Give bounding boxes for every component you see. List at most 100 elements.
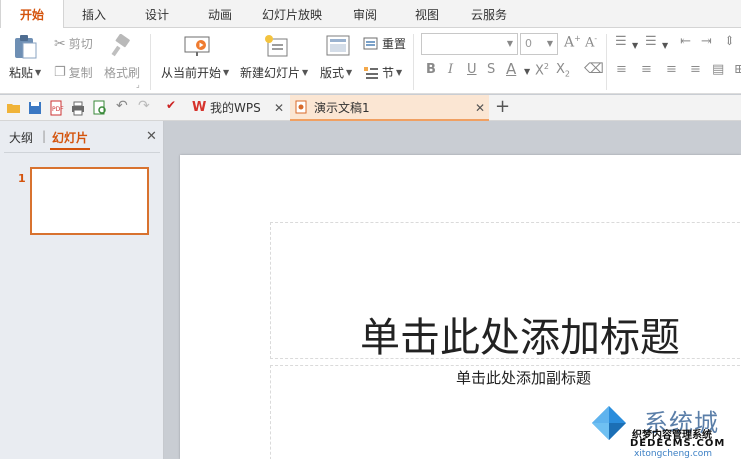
print-icon[interactable] <box>70 100 86 116</box>
justify-icon[interactable]: ≡ <box>690 62 701 77</box>
presentation-file-icon <box>295 100 307 114</box>
format-painter-label: 格式刷 <box>104 66 141 80</box>
divider <box>150 34 151 90</box>
watermark-line3: xitongcheng.com <box>634 449 712 459</box>
align-center-icon[interactable]: ≡ <box>641 62 652 77</box>
export-pdf-icon[interactable]: PDF <box>48 100 64 116</box>
subscript-icon[interactable]: X2 <box>556 62 570 79</box>
tab-home[interactable]: 开始 <box>0 0 64 29</box>
title-placeholder[interactable]: 单击此处添加标题 <box>270 222 741 361</box>
tab-view[interactable]: 视图 <box>403 0 451 28</box>
close-icon[interactable]: ✕ <box>274 95 284 121</box>
from-current-button[interactable]: 从当前开始 ▼ <box>161 64 229 81</box>
slideshow-play-icon[interactable] <box>184 34 210 58</box>
copy-label: 复制 <box>68 66 93 80</box>
tab-review[interactable]: 审阅 <box>341 0 389 28</box>
close-icon[interactable]: ✕ <box>475 95 485 121</box>
chevron-down-icon[interactable]: ▼ <box>662 41 668 50</box>
new-tab-icon[interactable]: + <box>495 96 510 117</box>
format-painter-button[interactable]: 格式刷 <box>104 64 140 81</box>
chevron-down-icon: ▼ <box>506 39 513 48</box>
superscript-icon[interactable]: X2 <box>535 62 549 78</box>
cut-button[interactable]: ✂ 剪切 <box>54 35 93 52</box>
tab-design[interactable]: 设计 <box>133 0 181 28</box>
tab-animation[interactable]: 动画 <box>196 0 244 28</box>
decrease-font-icon[interactable]: A- <box>585 34 597 50</box>
font-color-icon[interactable]: A <box>506 60 516 78</box>
slide-thumbnail[interactable] <box>30 167 149 235</box>
redo-icon[interactable]: ↷ <box>138 98 150 114</box>
format-painter-icon[interactable] <box>109 34 133 58</box>
tab-slides[interactable]: 幻灯片 <box>52 129 88 146</box>
layout-icon[interactable] <box>326 35 350 57</box>
new-slide-label: 新建幻灯片 <box>240 66 301 80</box>
save-icon[interactable] <box>27 100 43 116</box>
reset-button[interactable]: 重置 <box>363 35 406 52</box>
watermark-line2: DEDECMS.COM <box>630 438 726 449</box>
paste-label: 粘贴 <box>9 66 34 80</box>
ribbon: 粘贴 ▼ ✂ 剪切 ❐ 复制 格式刷 ⌟ 从当前开始 ▼ 新建幻灯片 ▼ 版式 … <box>0 28 741 94</box>
layout-button[interactable]: 版式 ▼ <box>320 64 352 81</box>
clear-format-icon[interactable]: ⌫ <box>584 61 604 77</box>
dialog-launcher-icon[interactable]: ⌟ <box>136 80 140 89</box>
italic-icon[interactable]: I <box>448 62 453 77</box>
tab-insert[interactable]: 插入 <box>70 0 118 28</box>
increase-indent-icon[interactable]: ⇥ <box>701 34 712 49</box>
close-pane-icon[interactable]: ✕ <box>146 129 157 144</box>
layout-label: 版式 <box>320 66 345 80</box>
underline-icon[interactable]: U <box>467 62 477 77</box>
doc-tab-label: 我的WPS <box>210 101 261 115</box>
windows-logo-icon <box>592 406 626 440</box>
tab-cloud-service[interactable]: 云服务 <box>463 0 515 28</box>
copy-icon: ❐ <box>54 65 66 80</box>
font-size-value: 0 <box>525 37 532 50</box>
font-size-select[interactable]: 0 ▼ <box>520 33 558 55</box>
line-spacing-icon[interactable]: ⇕ <box>724 34 735 49</box>
reset-icon <box>363 37 378 49</box>
svg-text:PDF: PDF <box>52 106 64 113</box>
tab-separator: | <box>42 129 47 143</box>
align-left-icon[interactable]: ≡ <box>616 62 627 77</box>
reset-label: 重置 <box>382 37 407 51</box>
title-placeholder-text: 单击此处添加标题 <box>360 315 680 361</box>
bullet-list-icon[interactable]: ☰ <box>615 34 627 49</box>
section-button[interactable]: 节 ▼ <box>363 64 402 81</box>
numbered-list-icon[interactable]: ☰ <box>645 34 657 49</box>
chevron-down-icon: ▼ <box>546 39 553 48</box>
tab-slideshow[interactable]: 幻灯片放映 <box>256 0 328 28</box>
slide-number: 1 <box>18 172 26 185</box>
copy-button[interactable]: ❐ 复制 <box>54 64 93 81</box>
doc-tab-presentation-1[interactable]: 演示文稿1 ✕ <box>290 95 489 121</box>
watermark: 系统城 织梦内容管理系统 DEDECMS.COM xitongcheng.com <box>586 402 741 459</box>
wps-logo-icon: W <box>192 100 207 115</box>
paste-button[interactable]: 粘贴 ▼ <box>9 64 41 81</box>
chevron-down-icon[interactable]: ▼ <box>524 67 530 76</box>
active-tab-underline <box>50 148 90 150</box>
open-folder-icon[interactable] <box>6 100 22 116</box>
chevron-down-icon: ▼ <box>35 68 42 77</box>
section-label: 节 <box>382 66 395 80</box>
new-slide-button[interactable]: 新建幻灯片 ▼ <box>240 64 308 81</box>
menu-bar: 开始 插入 设计 动画 幻灯片放映 审阅 视图 云服务 <box>0 0 741 29</box>
from-current-label: 从当前开始 <box>161 66 222 80</box>
text-direction-icon[interactable]: ⊞ <box>734 62 741 77</box>
chevron-down-icon[interactable]: ▼ <box>632 41 638 50</box>
chevron-down-icon: ▼ <box>302 68 309 77</box>
doc-tab-my-wps[interactable]: W 我的WPS ✕ <box>188 95 289 121</box>
customize-toolbar-icon[interactable]: ✔ <box>166 98 176 112</box>
print-preview-icon[interactable] <box>92 100 108 116</box>
tab-outline[interactable]: 大纲 <box>9 129 33 146</box>
font-family-select[interactable]: ▼ <box>421 33 518 55</box>
doc-tab-label: 演示文稿1 <box>314 101 370 115</box>
undo-icon[interactable]: ↶ <box>116 98 128 114</box>
align-right-icon[interactable]: ≡ <box>666 62 677 77</box>
paste-icon[interactable] <box>12 34 38 60</box>
new-slide-icon[interactable] <box>263 33 289 59</box>
chevron-down-icon: ▼ <box>346 68 353 77</box>
distribute-icon[interactable]: ▤ <box>712 62 724 77</box>
divider <box>413 34 414 90</box>
bold-icon[interactable]: B <box>426 62 436 77</box>
decrease-indent-icon[interactable]: ⇤ <box>680 34 691 49</box>
increase-font-icon[interactable]: A+ <box>564 34 581 51</box>
strikethrough-icon[interactable]: S <box>487 62 495 77</box>
